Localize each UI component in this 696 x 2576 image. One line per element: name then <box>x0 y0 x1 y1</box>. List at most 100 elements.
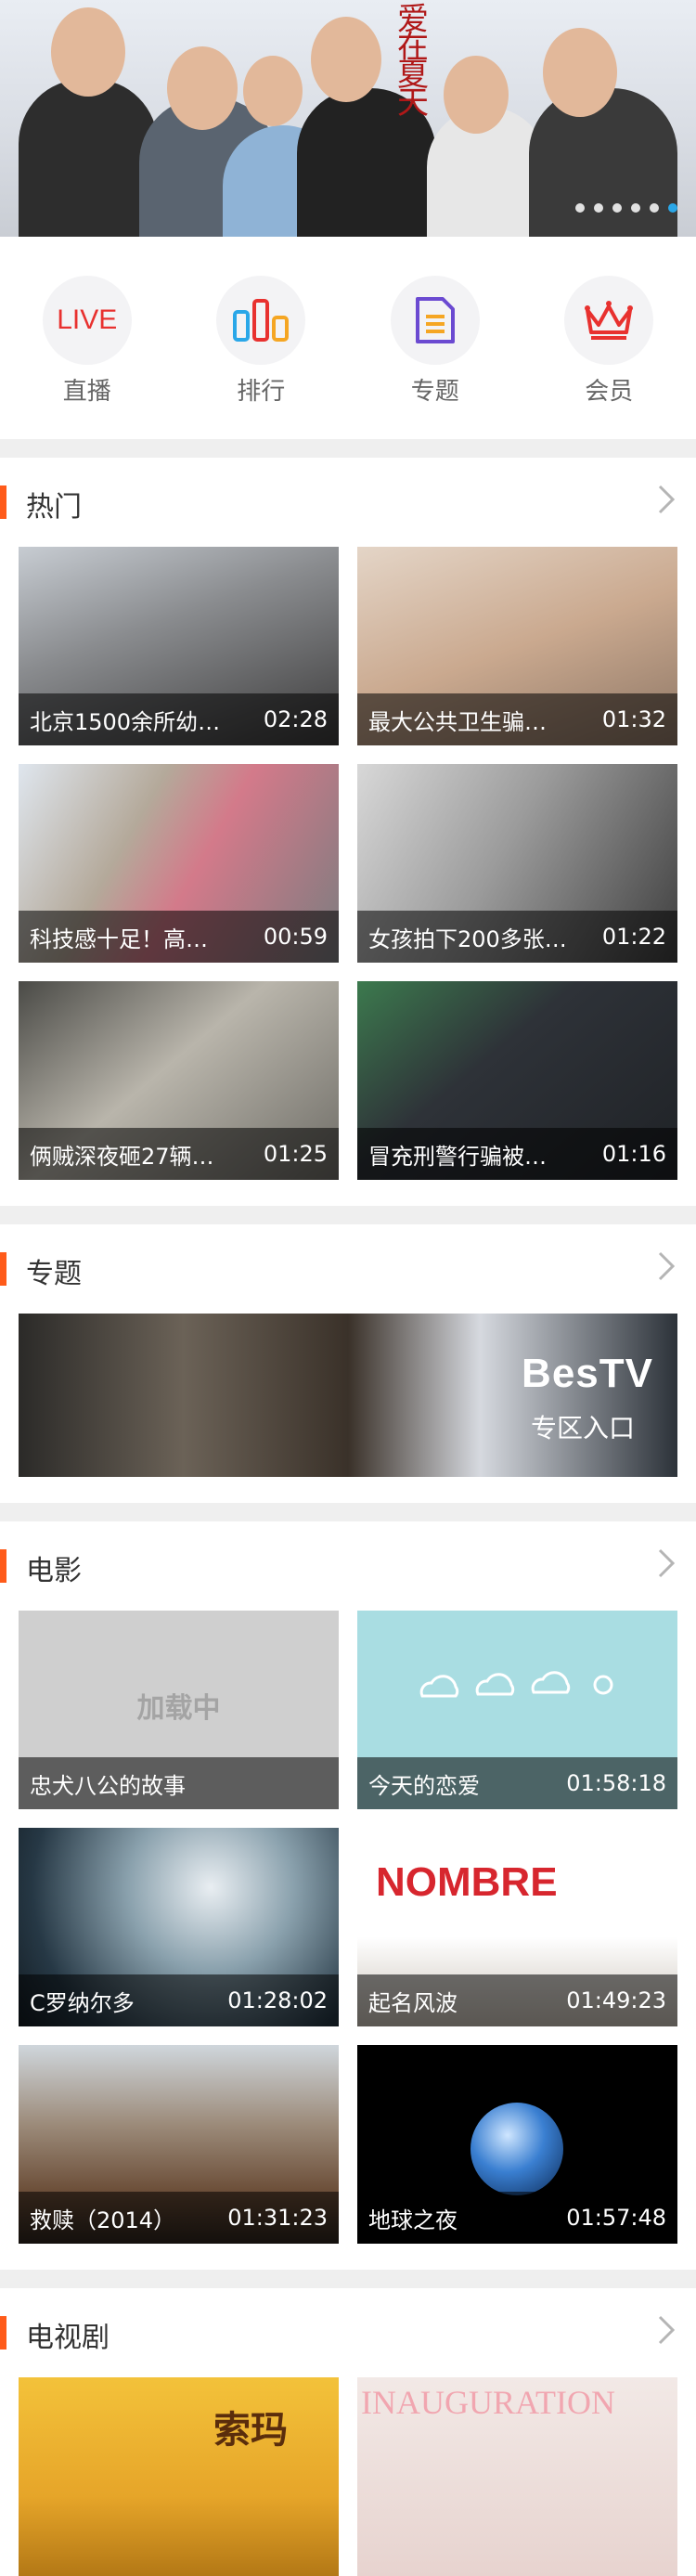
section-accent-bar <box>0 485 6 519</box>
crown-icon <box>564 276 653 365</box>
quick-nav-label: 排行 <box>237 372 285 407</box>
quick-nav: LIVE 直播 排行 专题 <box>0 237 696 439</box>
chevron-right-icon[interactable] <box>657 2314 676 2346</box>
tv-card[interactable]: 索玛 <box>19 2377 339 2576</box>
banner-person-head <box>444 56 509 134</box>
bestv-logo: BesTV <box>522 1351 653 1397</box>
banner-dot[interactable] <box>612 203 622 213</box>
chevron-right-icon[interactable] <box>657 484 676 515</box>
topic-document-icon <box>391 276 480 365</box>
video-card[interactable]: 女孩拍下200多张… 01:22 <box>357 764 677 963</box>
chevron-right-icon[interactable] <box>657 1547 676 1579</box>
section-divider <box>0 439 696 458</box>
chevron-right-icon[interactable] <box>657 1250 676 1282</box>
video-card[interactable]: 科技感十足！高…00:59 <box>19 764 339 963</box>
video-duration: 00:59 <box>264 924 328 950</box>
movie-card[interactable]: NOMBRE 起名风波 01:49:23 <box>357 1828 677 2026</box>
section-header-hot[interactable]: 热门 <box>0 458 696 547</box>
banner-person <box>19 79 158 237</box>
movie-card[interactable]: C罗纳尔多 01:28:02 <box>19 1828 339 2026</box>
poster-title: INAUGURATION <box>361 2383 615 2422</box>
video-title: 冒充刑警行骗被… <box>368 1138 547 1171</box>
movie-duration: 01:49:23 <box>566 1987 666 2013</box>
banner-person-head <box>167 46 238 130</box>
quick-nav-label: 直播 <box>63 372 111 407</box>
section-accent-bar <box>0 1252 6 1286</box>
banner-dot[interactable] <box>631 203 640 213</box>
tv-grid: 索玛 INAUGURATION <box>0 2377 696 2576</box>
topic-banner-subtitle: 专区入口 <box>531 1408 635 1445</box>
section-title: 热门 <box>26 484 82 524</box>
video-caption: 最大公共卫生骗…01:32 <box>357 693 677 745</box>
video-duration: 01:16 <box>602 1141 666 1167</box>
video-duration: 02:28 <box>264 706 328 732</box>
movie-card[interactable]: 今天的恋爱 01:58:18 <box>357 1611 677 1809</box>
quick-nav-ranking[interactable]: 排行 <box>174 237 349 439</box>
banner-person-head <box>243 56 303 126</box>
section-header-tv[interactable]: 电视剧 <box>0 2288 696 2377</box>
movie-card[interactable]: 加载中 忠犬八公的故事 <box>19 1611 339 1809</box>
hero-banner[interactable]: 爱在夏天 <box>0 0 696 237</box>
section-divider <box>0 2270 696 2288</box>
topic-banner[interactable]: BesTV 专区入口 <box>19 1314 677 1477</box>
quick-nav-live[interactable]: LIVE 直播 <box>0 237 174 439</box>
quick-nav-topic[interactable]: 专题 <box>348 237 522 439</box>
tv-card[interactable]: INAUGURATION <box>357 2377 677 2576</box>
movie-caption: C罗纳尔多 01:28:02 <box>19 1974 339 2026</box>
video-card[interactable]: 最大公共卫生骗…01:32 <box>357 547 677 745</box>
video-caption: 俩贼深夜砸27辆…01:25 <box>19 1128 339 1180</box>
weather-icons <box>413 1664 626 1711</box>
banner-dot[interactable] <box>650 203 659 213</box>
movie-title: C罗纳尔多 <box>30 1985 135 2017</box>
section-title: 电视剧 <box>26 2314 110 2355</box>
banner-person <box>529 88 677 237</box>
movie-card[interactable]: 地球之夜01:57:48 <box>357 2045 677 2244</box>
section-header-topic[interactable]: 专题 <box>0 1224 696 1314</box>
section-divider <box>0 1206 696 1224</box>
movie-caption: 今天的恋爱 01:58:18 <box>357 1757 677 1809</box>
banner-person-head <box>543 28 617 117</box>
banner-title-art: 爱在夏天 <box>397 6 434 117</box>
section-header-movies[interactable]: 电影 <box>0 1521 696 1611</box>
quick-nav-member[interactable]: 会员 <box>522 237 696 439</box>
movie-title: 起名风波 <box>368 1985 458 2017</box>
video-title: 最大公共卫生骗… <box>368 704 547 736</box>
movie-title: 今天的恋爱 <box>368 1767 480 1800</box>
video-duration: 01:22 <box>602 924 666 950</box>
quick-nav-label: 会员 <box>585 372 633 407</box>
movie-caption: 忠犬八公的故事 <box>19 1757 339 1809</box>
video-caption: 北京1500余所幼… 02:28 <box>19 693 339 745</box>
banner-dot[interactable] <box>594 203 603 213</box>
banner-pagination[interactable] <box>575 203 677 213</box>
ranking-bars-icon <box>216 276 305 365</box>
section-accent-bar <box>0 1549 6 1583</box>
video-card[interactable]: 冒充刑警行骗被… 01:16 <box>357 981 677 1180</box>
section-divider <box>0 1503 696 1521</box>
banner-dot[interactable] <box>575 203 585 213</box>
video-card[interactable]: 北京1500余所幼… 02:28 <box>19 547 339 745</box>
section-title: 电影 <box>26 1547 82 1588</box>
video-title: 北京1500余所幼… <box>30 704 220 736</box>
movie-duration: 01:58:18 <box>566 1770 666 1796</box>
poster-title: 索玛 <box>213 2400 288 2453</box>
movie-card[interactable]: 救赎（2014）01:31:23 <box>19 2045 339 2244</box>
movie-caption: 救赎（2014）01:31:23 <box>19 2192 339 2244</box>
movie-caption: 起名风波 01:49:23 <box>357 1974 677 2026</box>
poster-wordmark: NOMBRE <box>376 1859 558 1906</box>
earth-image <box>470 2103 563 2195</box>
hot-video-grid: 北京1500余所幼… 02:28 最大公共卫生骗…01:32 科技感十足！高…00… <box>0 547 696 1180</box>
section-spacer <box>0 1180 696 1206</box>
video-card[interactable]: 俩贼深夜砸27辆…01:25 <box>19 981 339 1180</box>
movie-duration: 01:28:02 <box>227 1987 328 2013</box>
movie-grid: 加载中 忠犬八公的故事 今天的恋爱01:58:18 C罗纳尔多01:28:02 … <box>0 1611 696 2244</box>
video-caption: 冒充刑警行骗被… 01:16 <box>357 1128 677 1180</box>
quick-nav-label: 专题 <box>411 372 459 407</box>
banner-person-head <box>311 17 381 102</box>
loading-placeholder: 加载中 <box>19 1685 339 1726</box>
banner-dot[interactable] <box>668 203 677 213</box>
movie-caption: 地球之夜01:57:48 <box>357 2192 677 2244</box>
video-caption: 科技感十足！高…00:59 <box>19 911 339 963</box>
movie-title: 地球之夜 <box>368 2202 458 2234</box>
video-title: 女孩拍下200多张… <box>368 921 567 953</box>
section-spacer <box>0 1477 696 1503</box>
